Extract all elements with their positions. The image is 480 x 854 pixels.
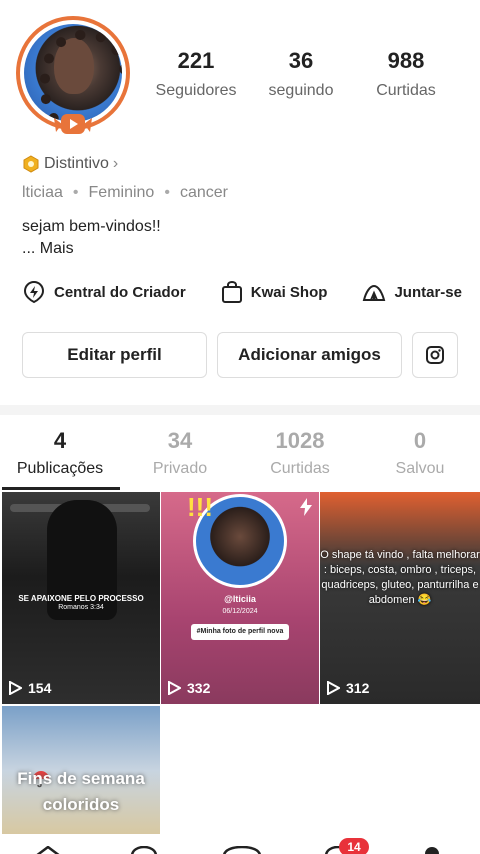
content-tabs: 4 Publicações 34 Privado 1028 Curtidas 0… [0,428,480,478]
view-count: 312 [326,680,369,696]
post-caption-sub: Romanos 3:34 [58,604,104,611]
play-icon [327,681,340,695]
bio: sejam bem-vindos!! ... Mais [22,216,161,260]
lightning-icon [300,498,312,516]
post-overlay-text: O shape tá vindo , falta melhorar : bice… [320,549,480,606]
exclamation-sticker: !!! [187,492,213,522]
live-badge-icon [54,114,92,134]
profile-stats: 221 Seguidores 36 seguindo 988 Curtidas [146,48,456,100]
create-icon[interactable] [222,846,262,854]
tab-private[interactable]: 34 Privado [120,428,240,478]
post-handle: @lticiia [224,594,256,604]
stat-number: 36 [288,48,314,73]
badge-label: Distintivo [44,155,109,172]
view-count-value: 332 [187,680,211,696]
tag-separator: • [164,184,170,201]
profile-tags: lticiaa • Feminino • cancer [22,184,228,202]
stat-following[interactable]: 36 seguindo [251,48,351,100]
bottom-navigation [0,834,480,854]
view-count: 332 [167,680,210,696]
stat-likes[interactable]: 988 Curtidas [356,48,456,100]
profile-links: Central do Criador Kwai Shop Juntar-se [22,280,462,304]
avatar-photo [24,24,122,122]
view-count: 154 [8,680,51,696]
profile-actions: Editar perfil Adicionar amigos [22,332,458,378]
stat-followers[interactable]: 221 Seguidores [146,48,246,100]
tag-gender: Feminino [88,184,155,201]
post-thumbnail[interactable]: !!! @lticiia 06/12/2024 #Minha foto de p… [161,492,319,704]
notification-badge: 14 [339,838,369,854]
instagram-button[interactable] [412,332,458,378]
tab-likes[interactable]: 1028 Curtidas [240,428,360,478]
post-thumbnail[interactable]: O shape tá vindo , falta melhorar : bice… [320,492,480,704]
stat-number: 988 [387,48,425,73]
view-count-value: 154 [28,680,52,696]
badge-hexagon-icon [23,155,39,173]
add-friends-button[interactable]: Adicionar amigos [217,332,402,378]
tab-count: 0 [413,428,427,453]
avatar[interactable] [16,16,130,140]
bio-more-link[interactable]: ... Mais [22,238,161,260]
chevron-right-icon: › [112,155,119,172]
kwai-shop-label: Kwai Shop [250,283,328,301]
home-icon[interactable] [34,846,62,854]
post-caption: SE APAIXONE PELO PROCESSO [18,594,144,603]
tag-name: lticiaa [22,184,63,201]
join-link[interactable]: Juntar-se [362,280,462,304]
stat-label: seguindo [268,82,334,99]
stat-number: 221 [177,48,215,73]
tab-label: Curtidas [270,460,330,477]
tab-label: Salvou [395,460,445,477]
post-thumbnail[interactable]: Fins de semana coloridos [2,706,160,836]
creator-bolt-icon [23,280,45,304]
stat-label: Curtidas [376,82,436,99]
creator-center-label: Central do Criador [54,283,186,301]
section-divider [0,405,480,415]
tent-icon [363,284,386,301]
view-count-value: 312 [346,680,370,696]
shopping-bag-icon [221,280,242,303]
creator-center-link[interactable]: Central do Criador [22,280,186,304]
tab-posts[interactable]: 4 Publicações [0,428,120,478]
tab-count: 1028 [275,428,325,453]
profile-icon[interactable] [422,846,442,854]
post-hashtag: #Minha foto de perfil nova [191,624,289,640]
instagram-icon [426,346,444,364]
discover-icon[interactable] [130,846,158,854]
edit-profile-button[interactable]: Editar perfil [22,332,207,378]
post-overlay-text: Fins de semana coloridos [17,769,145,814]
tab-saved[interactable]: 0 Salvou [360,428,480,478]
stat-label: Seguidores [155,82,237,99]
tab-count: 34 [167,428,193,453]
tab-count: 4 [53,428,67,453]
post-date: 06/12/2024 [222,608,258,615]
tab-label: Publicações [16,460,104,477]
tag-separator: • [72,184,79,201]
badge-link[interactable]: Distintivo › [22,155,118,173]
join-label: Juntar-se [394,283,462,301]
bio-text: sejam bem-vindos!! [22,218,161,235]
tag-sign: cancer [179,184,228,201]
kwai-shop-link[interactable]: Kwai Shop [221,280,328,304]
post-thumbnail[interactable]: SE APAIXONE PELO PROCESSO Romanos 3:34 1… [2,492,160,704]
profile-screen: 221 Seguidores 36 seguindo 988 Curtidas … [0,0,480,854]
play-icon [168,681,181,695]
play-icon [9,681,22,695]
active-tab-indicator [2,487,120,490]
tab-label: Privado [152,460,208,477]
